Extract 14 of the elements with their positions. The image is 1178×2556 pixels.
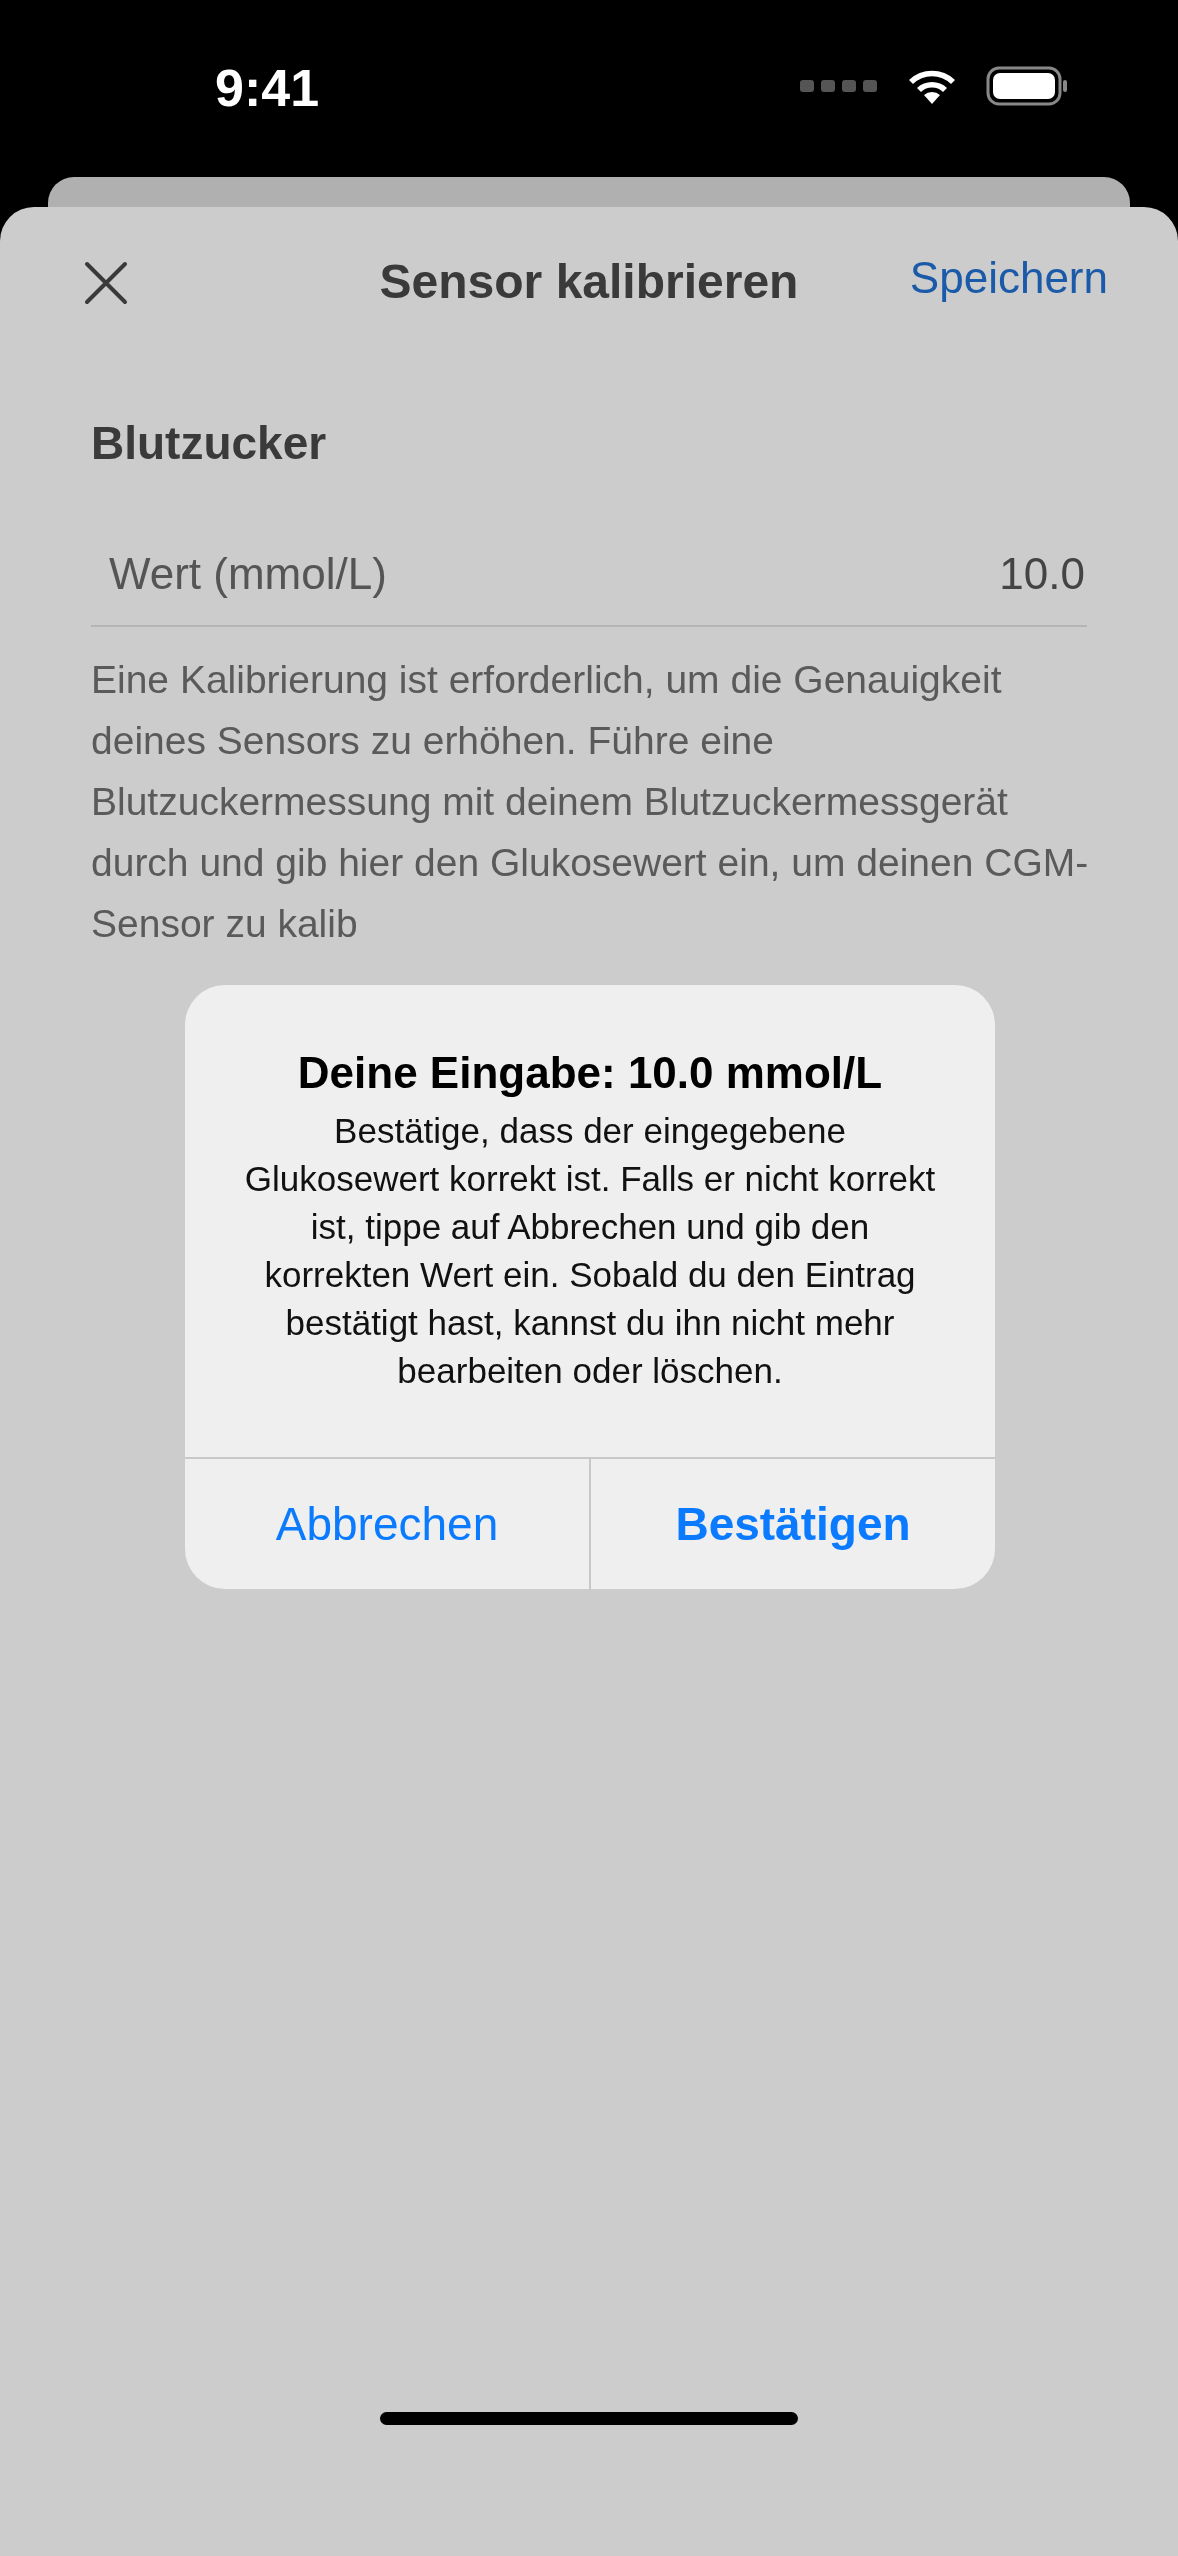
- signal-icon: [800, 78, 878, 94]
- alert-title: Deine Eingabe: 10.0 mmol/L: [297, 1047, 883, 1099]
- section-title: Blutzucker: [91, 416, 328, 471]
- field-label: Wert (mmol/L): [109, 548, 387, 600]
- sheet-title: Sensor kalibrieren: [379, 254, 799, 310]
- cancel-button[interactable]: Abbrechen: [185, 1459, 589, 1589]
- confirm-button[interactable]: Bestätigen: [589, 1459, 995, 1589]
- value-field[interactable]: Wert (mmol/L) 10.0: [91, 523, 1087, 627]
- save-button[interactable]: Speichern: [909, 252, 1108, 304]
- status-time: 9:41: [215, 58, 320, 118]
- alert-message: Bestätige, dass der eingegebene Glukosewert korrekt ist. Falls er nicht korrekt ist, tippe auf Abbrechen und gib den korrekten Wert ein. Sobald du den Eintrag bestätigt hast, kannst du ihn nicht mehr bearbeiten oder löschen.: [243, 1110, 937, 1392]
- field-value: 10.0: [999, 548, 1085, 600]
- description-text: Eine Kalibrierung ist erforderlich, um die Genauigkeit deines Sensors zu erhöhen. Führe eine Blutzuckermessung mit deinem Blutzuckermessgerät durch und gib hier den Glukosewert ein, um deinen CGM-Sensor zu kalib: [91, 657, 1090, 947]
- battery-icon: [986, 66, 1068, 106]
